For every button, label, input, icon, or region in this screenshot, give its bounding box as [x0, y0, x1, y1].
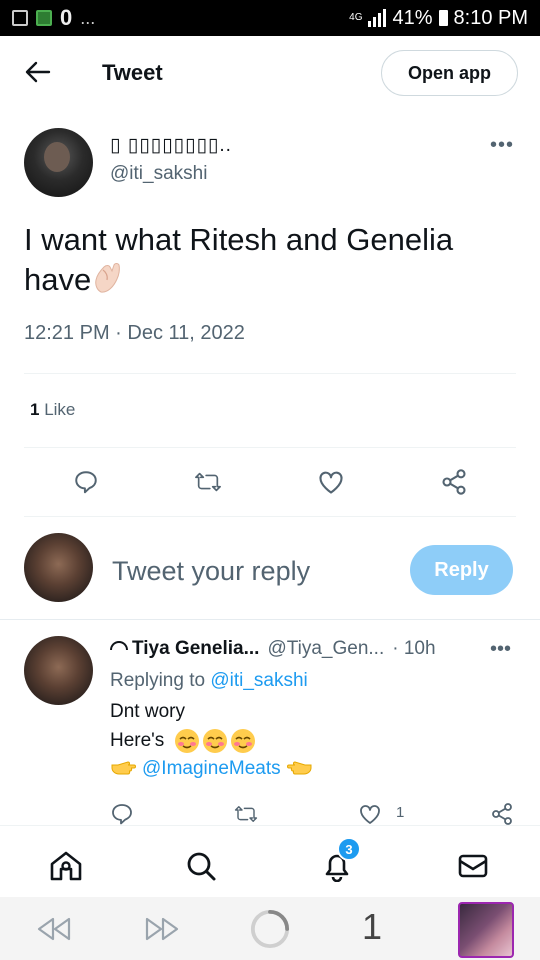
- reply-share-icon[interactable]: [490, 802, 514, 826]
- author-name[interactable]: ▯ ▯▯▯▯▯▯▯▯..: [110, 134, 232, 157]
- messages-envelope-icon[interactable]: [455, 848, 491, 884]
- tweet-actions: [0, 462, 540, 502]
- retweet-icon[interactable]: [194, 468, 222, 496]
- reply-actions: [0, 800, 540, 828]
- page-title: Tweet: [102, 60, 163, 85]
- smiling-face-emoji-icon: [202, 728, 228, 754]
- battery-percent: 41%: [392, 6, 433, 29]
- browser-profile-thumbnail[interactable]: [458, 902, 514, 958]
- smiling-face-emoji-icon: [174, 728, 200, 754]
- tweet-timestamp[interactable]: 12:21 PM · Dec 11, 2022: [24, 322, 245, 345]
- reply-text-heres: Here's: [110, 730, 165, 751]
- reply-text-line: Dnt wory: [110, 701, 185, 722]
- signal-icon: [368, 9, 387, 27]
- status-notifications: 0 ...: [0, 5, 95, 31]
- reply-like-heart-icon[interactable]: [358, 802, 382, 826]
- likes-label: Like: [39, 400, 76, 419]
- replying-to: Replying to @iti_sakshi: [110, 670, 308, 692]
- clock: 8:10 PM: [453, 6, 528, 29]
- reply-button[interactable]: Reply: [410, 545, 513, 595]
- share-icon[interactable]: [440, 468, 468, 496]
- app-notification-icon: [36, 10, 52, 26]
- replying-to-prefix: Replying to: [110, 670, 211, 691]
- divider: [24, 447, 516, 448]
- reply-reply-icon[interactable]: [110, 802, 134, 826]
- back-arrow-icon[interactable]: [24, 58, 52, 86]
- replying-to-mention[interactable]: @iti_sakshi: [210, 670, 307, 691]
- open-app-button[interactable]: Open app: [381, 50, 518, 96]
- author-handle[interactable]: @iti_sakshi: [110, 163, 207, 185]
- reply-like-count: 1: [396, 804, 405, 821]
- home-icon[interactable]: [48, 848, 84, 884]
- notifications-badge: 3: [337, 837, 361, 861]
- browser-back-icon[interactable]: [34, 909, 74, 949]
- divider: [0, 619, 540, 620]
- my-avatar[interactable]: [24, 533, 93, 602]
- battery-icon: [438, 10, 448, 26]
- status-bar: 0 ... 4G 41% 8:10 PM: [0, 0, 540, 36]
- pointing-left-emoji-icon: [286, 756, 313, 782]
- reply-icon[interactable]: [72, 468, 100, 496]
- reply-retweet-icon[interactable]: [234, 802, 258, 826]
- pinched-fingers-emoji-icon: [91, 260, 125, 294]
- top-bar: Tweet Open app: [0, 36, 540, 110]
- divider: [24, 516, 516, 517]
- smiling-face-emoji-icon: [230, 728, 256, 754]
- mention-link[interactable]: @ImagineMeats: [142, 758, 281, 780]
- likes-count[interactable]: 1 Like: [30, 400, 75, 420]
- gallery-icon: [12, 10, 28, 26]
- network-type: 4G: [349, 12, 363, 23]
- reply-input[interactable]: Tweet your reply: [112, 556, 310, 587]
- author-avatar[interactable]: [24, 128, 93, 197]
- bottom-navigation: [0, 825, 540, 897]
- more-options-icon[interactable]: •••: [490, 134, 514, 157]
- app-zero-icon: 0: [60, 5, 73, 30]
- reply-author-avatar[interactable]: [24, 636, 93, 705]
- reply-more-options-icon[interactable]: •••: [490, 638, 511, 661]
- reply-author-handle[interactable]: @Tiya_Gen...: [267, 638, 384, 659]
- reply-author-name[interactable]: Tiya Genelia...: [132, 638, 259, 659]
- browser-tab-count[interactable]: 1: [362, 906, 382, 948]
- tweet-text-content: I want what Ritesh and Genelia have: [24, 222, 454, 297]
- browser-forward-icon[interactable]: [142, 909, 182, 949]
- reply-text-line: Here's: [110, 728, 256, 754]
- divider: [24, 373, 516, 374]
- pointing-right-emoji-icon: [110, 756, 136, 782]
- tweet-text: I want what Ritesh and Genelia have: [24, 220, 504, 300]
- arc-icon: [110, 641, 128, 650]
- reply-header: Tiya Genelia... @Tiya_Gen... · 10h: [110, 638, 436, 660]
- reply-time[interactable]: · 10h: [392, 638, 435, 659]
- browser-reload-icon[interactable]: [250, 909, 290, 949]
- like-heart-icon[interactable]: [317, 468, 345, 496]
- search-icon[interactable]: [183, 848, 219, 884]
- reply-mention-line: @ImagineMeats: [110, 756, 313, 782]
- more-notifications-icon: ...: [80, 7, 96, 28]
